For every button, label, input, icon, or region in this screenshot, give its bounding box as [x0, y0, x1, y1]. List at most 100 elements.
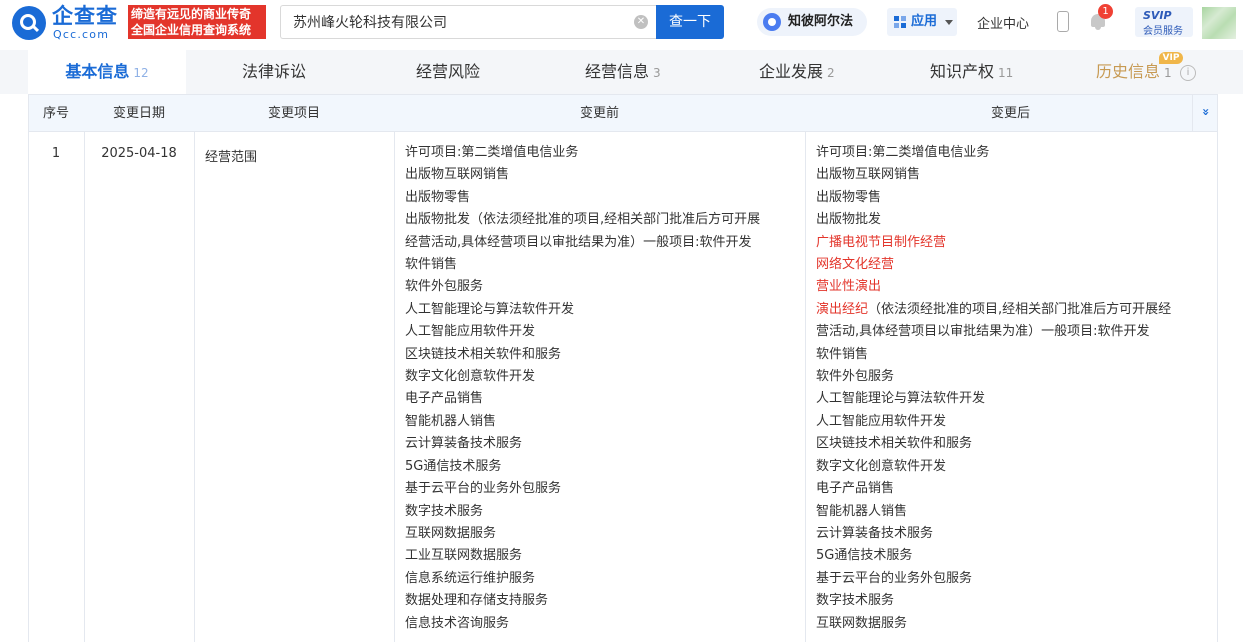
after-line: 云计算装备技术服务 [816, 525, 934, 541]
search-box: ✕ [280, 5, 656, 39]
member-service-label: 会员服务 [1143, 26, 1183, 37]
before-line: 电子产品销售 [405, 391, 484, 407]
row-date: 2025-04-18 [101, 146, 177, 161]
clear-icon[interactable]: ✕ [634, 15, 648, 29]
column-divider [84, 132, 85, 642]
before-line: 人工智能应用软件开发 [405, 324, 536, 340]
tab-count: 2 [827, 66, 835, 80]
brand[interactable]: 企查查 Qcc.com [52, 4, 126, 41]
before-line: 数字文化创意软件开发 [405, 369, 536, 385]
after-line: 营活动,具体经营项目以审批结果为准）一般项目:软件开发 [816, 324, 1150, 340]
row-index: 1 [51, 146, 61, 161]
table-header: 序号 变更日期 变更项目 变更前 变更后 » [28, 94, 1218, 132]
after-line: 数字文化创意软件开发 [816, 458, 947, 474]
search-button[interactable]: 查一下 [656, 5, 724, 39]
before-line: 出版物互联网销售 [405, 167, 510, 183]
tab-business-risk[interactable]: 经营风险 [416, 50, 480, 94]
row-item: 经营范围 [205, 150, 258, 165]
after-line: 电子产品销售 [816, 481, 895, 497]
avatar[interactable] [1202, 7, 1236, 39]
after-line: 软件销售 [816, 346, 869, 362]
tab-label: 知识产权 [930, 62, 995, 81]
mobile-phone-icon[interactable] [1057, 11, 1069, 32]
tab-label: 基本信息 [65, 62, 130, 81]
tab-label: 法律诉讼 [242, 62, 307, 81]
zhibi-alpha-button[interactable]: 知彼阿尔法 [757, 8, 867, 36]
before-line: 工业互联网数据服务 [405, 548, 523, 564]
after-line: 数字技术服务 [816, 593, 895, 609]
table-border-left [28, 94, 29, 642]
chevron-down-icon [945, 20, 953, 25]
tab-legal-litigation[interactable]: 法律诉讼 [242, 50, 306, 94]
before-line: 互联网数据服务 [405, 525, 497, 541]
after-line-added: 网络文化经营 [816, 257, 895, 273]
collapse-icon[interactable]: » [1192, 95, 1218, 132]
before-line: 信息技术咨询服务 [405, 615, 510, 631]
tab-label: 历史信息 [1096, 62, 1161, 81]
tab-label: 经营信息 [585, 62, 650, 81]
before-line: 人工智能理论与算法软件开发 [405, 301, 575, 317]
after-content: 许可项目:第二类增值电信业务 出版物互联网销售 出版物零售 出版物批发 广播电视… [816, 142, 1171, 635]
tab-business-info[interactable]: 经营信息 3 [585, 50, 661, 94]
after-line: 出版物批发 [816, 212, 882, 228]
after-line: 演出经纪（依法须经批准的项目,经相关部门批准后方可开展经 [816, 299, 1171, 321]
before-line: 基于云平台的业务外包服务 [405, 481, 562, 497]
slogan-line-1: 缔造有远见的商业传奇 [131, 7, 252, 21]
tab-count: 11 [998, 66, 1014, 80]
tab-count: 3 [653, 66, 661, 80]
before-line: 软件销售 [405, 257, 458, 273]
after-line: 基于云平台的业务外包服务 [816, 570, 973, 586]
after-line: 出版物零售 [816, 189, 882, 205]
before-line: 信息系统运行维护服务 [405, 570, 536, 586]
zhibi-logo-icon [763, 13, 781, 31]
before-line: 出版物批发（依法须经批准的项目,经相关部门批准后方可开展 [405, 212, 761, 228]
after-line-added: 广播电视节目制作经营 [816, 234, 947, 250]
top-header: 企查查 Qcc.com 缔造有远见的商业传奇 全国企业信用查询系统 ✕ 查一下 … [0, 0, 1243, 46]
tab-enterprise-development[interactable]: 企业发展 2 [759, 50, 835, 94]
after-line: 人工智能理论与算法软件开发 [816, 391, 986, 407]
tab-label: 企业发展 [759, 62, 824, 81]
after-line: 人工智能应用软件开发 [816, 413, 947, 429]
search-input[interactable] [293, 6, 623, 38]
before-content: 许可项目:第二类增值电信业务 出版物互联网销售 出版物零售 出版物批发（依法须经… [405, 142, 760, 635]
tab-intellectual-property[interactable]: 知识产权 11 [930, 50, 1013, 94]
column-divider [394, 132, 395, 642]
brand-domain: Qcc.com [53, 28, 110, 41]
before-line: 智能机器人销售 [405, 413, 497, 429]
before-line: 5G通信技术服务 [405, 458, 502, 474]
enterprise-center-link[interactable]: 企业中心 [977, 13, 1029, 32]
before-line: 许可项目:第二类增值电信业务 [405, 145, 579, 160]
after-line: 区块链技术相关软件和服务 [816, 436, 973, 452]
after-line-rest: （依法须经批准的项目,经相关部门批准后方可开展经 [868, 301, 1172, 317]
before-line: 区块链技术相关软件和服务 [405, 346, 562, 362]
tab-count: 12 [133, 66, 149, 80]
notification-badge: 1 [1098, 4, 1113, 19]
column-divider [194, 132, 195, 642]
after-line: 互联网数据服务 [816, 615, 908, 631]
after-line: 5G通信技术服务 [816, 548, 913, 564]
before-line: 云计算装备技术服务 [405, 436, 523, 452]
info-icon[interactable]: i [1180, 65, 1196, 81]
tab-count: 1 [1164, 66, 1172, 80]
header-date: 变更日期 [112, 106, 165, 121]
change-record-table: 序号 变更日期 变更项目 变更前 变更后 » 1 2025-04-18 经营范围… [28, 94, 1218, 642]
tab-bar: 基本信息 12 法律诉讼 经营风险 经营信息 3 企业发展 2 知识产权 11 历史信息… [0, 50, 1243, 94]
after-line: 软件外包服务 [816, 369, 895, 385]
before-line: 软件外包服务 [405, 279, 484, 295]
column-divider [805, 132, 806, 642]
apps-grid-icon [894, 16, 907, 29]
qcc-logo-icon[interactable] [12, 6, 46, 40]
brand-name: 企查查 [52, 4, 118, 28]
header-index: 序号 [42, 106, 69, 121]
before-line: 数据处理和存储支持服务 [405, 593, 549, 609]
apps-menu-button[interactable]: 应用 [887, 8, 957, 36]
apps-label: 应用 [911, 14, 938, 29]
header-after: 变更后 [990, 106, 1030, 121]
after-added-fragment: 演出经纪 [816, 301, 869, 317]
header-item: 变更项目 [267, 106, 320, 121]
svip-button[interactable]: SVIP 会员服务 [1135, 7, 1193, 37]
tab-label: 经营风险 [416, 62, 481, 81]
tab-basic-info[interactable]: 基本信息 12 [28, 50, 186, 94]
svip-label: SVIP [1143, 9, 1172, 22]
before-line: 经营活动,具体经营项目以审批结果为准）一般项目:软件开发 [405, 234, 752, 250]
